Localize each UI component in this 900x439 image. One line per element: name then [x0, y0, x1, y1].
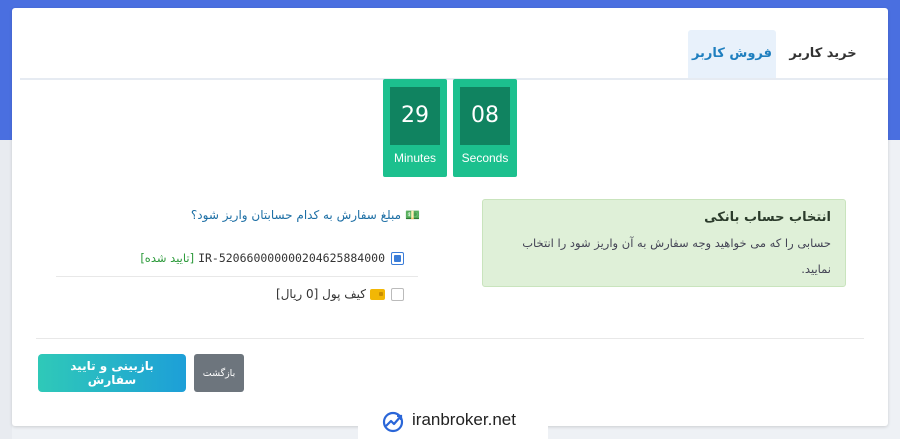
review-confirm-order-button[interactable]: بازبینی و تایید سفارش	[38, 354, 186, 392]
alert-body: حسابی را که می خواهید وجه سفارش به آن وا…	[522, 236, 831, 276]
timer-minutes-label: Minutes	[393, 151, 437, 165]
account-question-text: مبلغ سفارش به کدام حسابتان واریز شود؟	[190, 208, 402, 222]
account-option-iban-checkbox[interactable]	[391, 251, 404, 265]
wallet-icon	[370, 288, 385, 300]
order-card: خرید کاربر فروش کاربر 29 Minutes 08 Seco…	[12, 8, 888, 426]
alert-title: انتخاب حساب بانکی	[704, 210, 831, 225]
timer-seconds-label: Seconds	[461, 151, 509, 165]
account-iban: IR-520660000000204625884000	[198, 251, 385, 265]
wallet-label: کیف پول [0 ریال]	[276, 287, 366, 301]
account-question: 💵مبلغ سفارش به کدام حسابتان واریز شود؟	[191, 208, 420, 222]
timer-minutes-value: 29	[390, 87, 440, 145]
back-button[interactable]: بازگشت	[194, 354, 244, 392]
timer-minutes: 29 Minutes	[383, 79, 447, 177]
account-option-iban[interactable]: IR-520660000000204625884000 [تایید شده]	[140, 251, 404, 265]
tab-user-sell[interactable]: فروش کاربر	[688, 30, 776, 78]
timer-seconds-value: 08	[460, 87, 510, 145]
options-divider	[56, 276, 418, 277]
account-option-wallet[interactable]: کیف پول [0 ریال]	[276, 287, 404, 301]
cash-icon: 💵	[405, 208, 420, 222]
verified-badge: [تایید شده]	[140, 251, 195, 265]
bank-account-alert: انتخاب حساب بانکی حسابی را که می خواهید …	[482, 199, 846, 287]
tab-user-buy[interactable]: خرید کاربر	[780, 30, 866, 78]
timer-seconds: 08 Seconds	[453, 79, 517, 177]
actions-divider	[36, 338, 864, 339]
watermark-text: iranbroker.net	[412, 410, 516, 429]
account-option-wallet-checkbox[interactable]	[391, 287, 404, 301]
tab-bar: خرید کاربر فروش کاربر	[20, 30, 888, 80]
watermark: iranbroker.net	[358, 404, 548, 439]
trend-logo-icon	[382, 411, 404, 433]
page-edge	[0, 140, 12, 439]
